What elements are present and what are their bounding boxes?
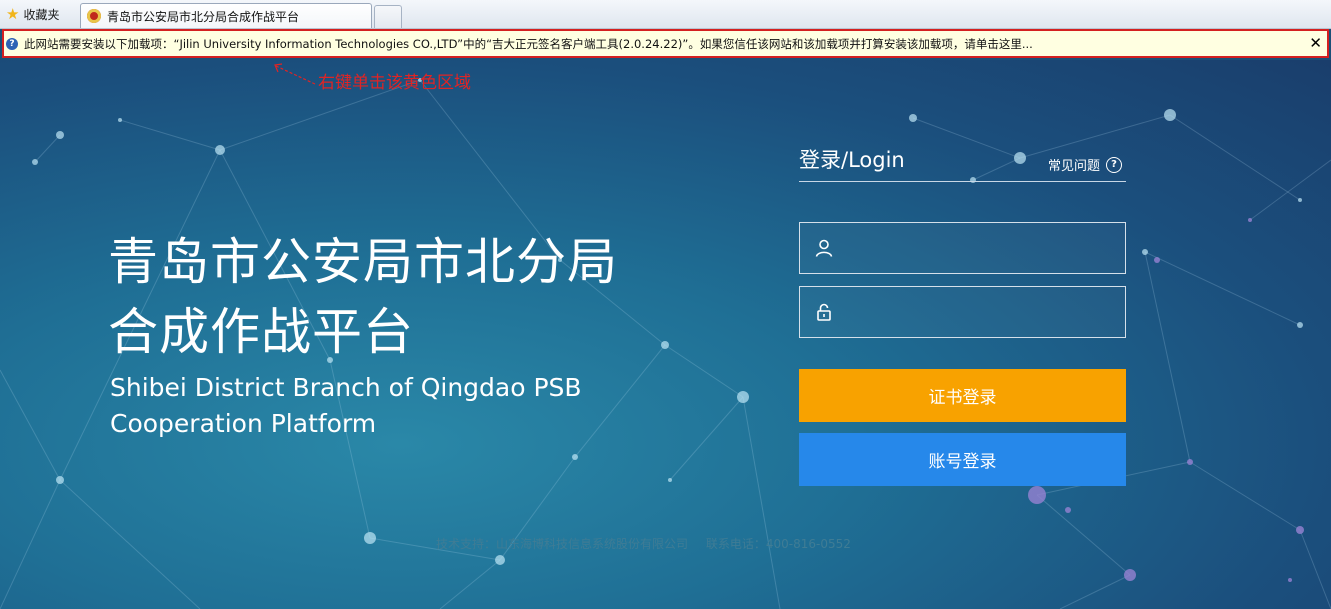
help-icon: ?: [1106, 156, 1123, 173]
addon-infobar[interactable]: ? 此网站需要安装以下加载项：“Jilin University Informa…: [2, 29, 1329, 58]
police-badge-icon: [87, 9, 101, 23]
lock-icon: [817, 303, 831, 321]
login-divider: [799, 181, 1126, 182]
tab-title: 青岛市公安局市北分局合成作战平台: [107, 9, 300, 24]
page-subtitle-line1: Shibei District Branch of Qingdao PSB: [110, 373, 582, 402]
info-icon: ?: [6, 37, 18, 50]
star-icon: ★: [6, 4, 20, 23]
new-tab-button[interactable]: [374, 5, 402, 28]
infobar-text: 此网站需要安装以下加载项：“Jilin University Informati…: [24, 36, 1033, 51]
footer-support: 技术支持：山东海博科技信息系统股份有限公司: [436, 537, 689, 551]
browser-tab-active[interactable]: 青岛市公安局市北分局合成作战平台: [80, 3, 372, 28]
username-field[interactable]: [799, 222, 1126, 274]
account-login-button[interactable]: 账号登录: [799, 433, 1126, 486]
password-field[interactable]: [799, 286, 1126, 338]
faq-label: 常见问题: [1048, 159, 1101, 174]
favorites-label: 收藏夹: [23, 7, 60, 22]
username-input[interactable]: [834, 222, 1125, 274]
page-subtitle-line2: Cooperation Platform: [110, 409, 377, 438]
footer: 技术支持：山东海博科技信息系统股份有限公司 联系电话：400-816-0552: [436, 535, 865, 552]
favorites-button[interactable]: ★ 收藏夹: [6, 5, 59, 23]
page-title-line1: 青岛市公安局市北分局: [108, 233, 618, 291]
infobar-close-button[interactable]: ✕: [1309, 34, 1322, 52]
login-page: 右键单击该黄色区域 青岛市公安局市北分局 合成作战平台 Shibei Distr…: [0, 60, 1331, 609]
certificate-login-button[interactable]: 证书登录: [799, 369, 1126, 422]
password-input[interactable]: [834, 286, 1125, 338]
footer-phone: 联系电话：400-816-0552: [705, 537, 851, 551]
faq-link[interactable]: 常见问题 ?: [1048, 155, 1123, 174]
page-title-line2: 合成作战平台: [108, 303, 414, 361]
user-icon: [815, 239, 833, 257]
page-title: 青岛市公安局市北分局 合成作战平台: [108, 227, 618, 367]
page-subtitle: Shibei District Branch of Qingdao PSB Co…: [110, 370, 582, 442]
annotation-label: 右键单击该黄色区域: [318, 73, 471, 93]
login-title: 登录/Login: [799, 148, 905, 172]
browser-tab-bar: ★ 收藏夹 青岛市公安局市北分局合成作战平台: [0, 0, 1331, 29]
